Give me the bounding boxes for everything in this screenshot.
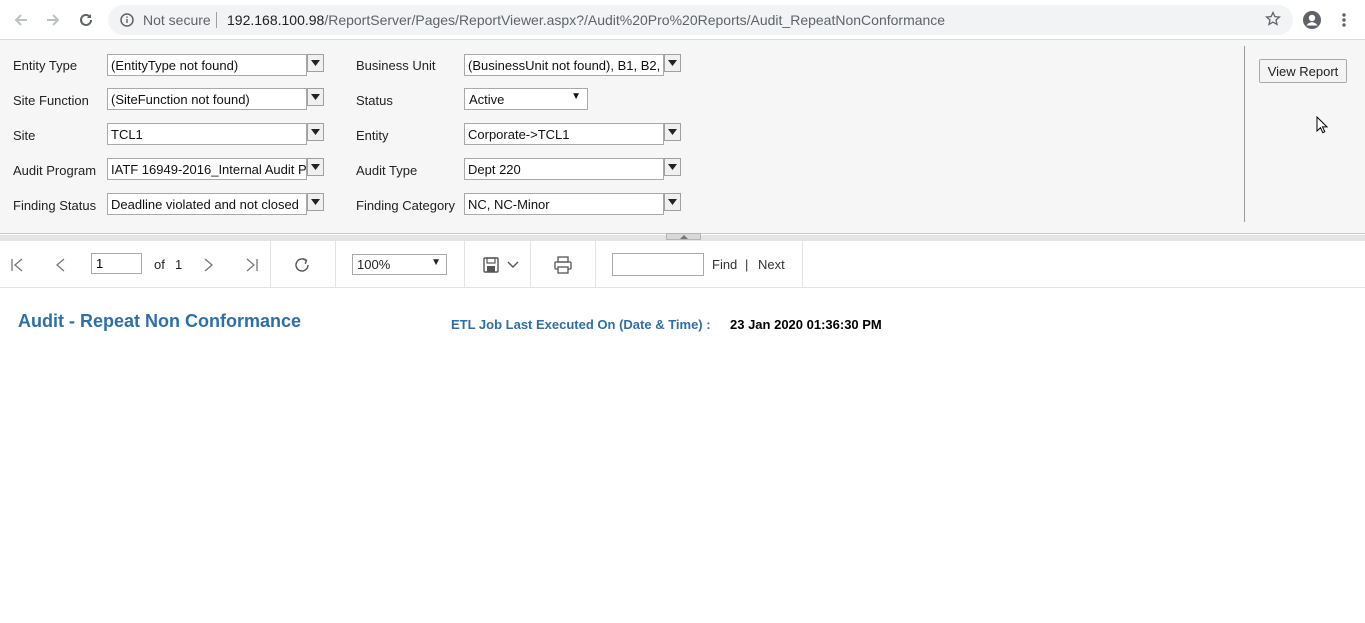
entity-field[interactable]: Corporate->TCL1 xyxy=(464,123,664,145)
of-label: of xyxy=(154,257,165,272)
next-link[interactable]: Next xyxy=(758,257,785,272)
collapse-parameters-handle[interactable] xyxy=(666,233,701,240)
entity-label: Entity xyxy=(356,128,389,143)
site-function-field[interactable]: (SiteFunction not found) xyxy=(107,88,307,110)
bookmark-star-icon[interactable] xyxy=(1265,10,1281,32)
finding-category-field[interactable]: NC, NC-Minor xyxy=(464,193,664,215)
toolbar-separator xyxy=(335,241,336,288)
finding-category-dropdown-icon[interactable] xyxy=(664,193,681,211)
address-separator xyxy=(216,12,217,28)
toolbar-separator xyxy=(595,241,596,288)
business-unit-label: Business Unit xyxy=(356,58,436,73)
site-dropdown-icon[interactable] xyxy=(307,123,324,141)
save-export-icon[interactable] xyxy=(480,254,502,276)
status-label: Status xyxy=(356,93,393,108)
url-host: 192.168.100.98 xyxy=(227,12,325,28)
back-icon[interactable] xyxy=(10,9,32,31)
etl-timestamp: 23 Jan 2020 01:36:30 PM xyxy=(730,317,882,332)
audit-type-field[interactable]: Dept 220 xyxy=(464,158,664,180)
toolbar-separator xyxy=(270,241,271,288)
entity-type-dropdown-icon[interactable] xyxy=(307,54,324,72)
refresh-icon[interactable] xyxy=(291,254,313,276)
forward-icon[interactable] xyxy=(42,9,64,31)
profile-icon[interactable] xyxy=(1301,9,1323,31)
find-input[interactable] xyxy=(612,253,704,276)
etl-label: ETL Job Last Executed On (Date & Time) : xyxy=(451,317,711,332)
find-next-separator: | xyxy=(745,257,749,272)
toolbar-separator xyxy=(530,241,531,288)
info-icon[interactable] xyxy=(120,13,134,32)
report-toolbar: of 1 100% ▼ Find | Next xyxy=(0,241,1365,288)
parameter-divider xyxy=(1244,46,1245,222)
reload-icon[interactable] xyxy=(75,9,97,31)
export-chevron-down-icon[interactable] xyxy=(502,254,524,276)
entity-type-label: Entity Type xyxy=(13,58,78,73)
url-path: /ReportServer/Pages/ReportViewer.aspx?/A… xyxy=(324,12,946,28)
url-text[interactable]: 192.168.100.98/ReportServer/Pages/Report… xyxy=(227,12,945,28)
site-field[interactable]: TCL1 xyxy=(107,123,307,145)
finding-status-field[interactable]: Deadline violated and not closed xyxy=(107,193,307,215)
previous-page-icon[interactable] xyxy=(50,254,72,276)
finding-status-dropdown-icon[interactable] xyxy=(307,193,324,211)
zoom-chevron-down-icon: ▼ xyxy=(431,257,441,268)
report-title: Audit - Repeat Non Conformance xyxy=(18,311,302,331)
site-function-dropdown-icon[interactable] xyxy=(307,88,324,106)
next-page-icon[interactable] xyxy=(197,254,219,276)
menu-kebab-icon[interactable] xyxy=(1333,9,1355,31)
mouse-cursor-icon xyxy=(1316,115,1329,139)
security-label: Not secure xyxy=(143,12,211,28)
site-function-label: Site Function xyxy=(13,93,89,108)
audit-program-dropdown-icon[interactable] xyxy=(307,158,324,176)
total-pages-label: 1 xyxy=(175,257,183,272)
find-link[interactable]: Find xyxy=(712,257,737,272)
page-number-input[interactable] xyxy=(91,253,142,274)
finding-category-label: Finding Category xyxy=(356,198,455,213)
first-page-icon[interactable] xyxy=(7,254,29,276)
audit-program-field[interactable]: IATF 16949-2016_Internal Audit P xyxy=(107,158,307,180)
address-bar[interactable]: Not secure 192.168.100.98/ReportServer/P… xyxy=(108,5,1293,35)
view-report-button[interactable]: View Report xyxy=(1259,59,1347,83)
status-value: Active xyxy=(469,92,505,107)
print-icon[interactable] xyxy=(552,254,574,276)
business-unit-dropdown-icon[interactable] xyxy=(664,54,681,72)
audit-program-label: Audit Program xyxy=(13,163,97,178)
entity-dropdown-icon[interactable] xyxy=(664,123,681,141)
parameter-panel: Entity Type (EntityType not found) Busin… xyxy=(0,40,1365,234)
status-select[interactable]: Active ▼ xyxy=(464,88,588,110)
site-label: Site xyxy=(13,128,36,143)
audit-type-dropdown-icon[interactable] xyxy=(664,158,681,176)
last-page-icon[interactable] xyxy=(240,254,262,276)
toolbar-separator xyxy=(464,241,465,288)
toolbar-separator xyxy=(802,241,803,288)
zoom-value: 100% xyxy=(357,257,391,272)
browser-toolbar: Not secure 192.168.100.98/ReportServer/P… xyxy=(0,0,1365,40)
finding-status-label: Finding Status xyxy=(13,198,97,213)
status-chevron-down-icon: ▼ xyxy=(571,91,581,102)
audit-type-label: Audit Type xyxy=(356,163,418,178)
zoom-select[interactable]: 100% ▼ xyxy=(352,254,447,275)
business-unit-field[interactable]: (BusinessUnit not found), B1, B2, B xyxy=(464,54,664,76)
entity-type-field[interactable]: (EntityType not found) xyxy=(107,54,307,76)
